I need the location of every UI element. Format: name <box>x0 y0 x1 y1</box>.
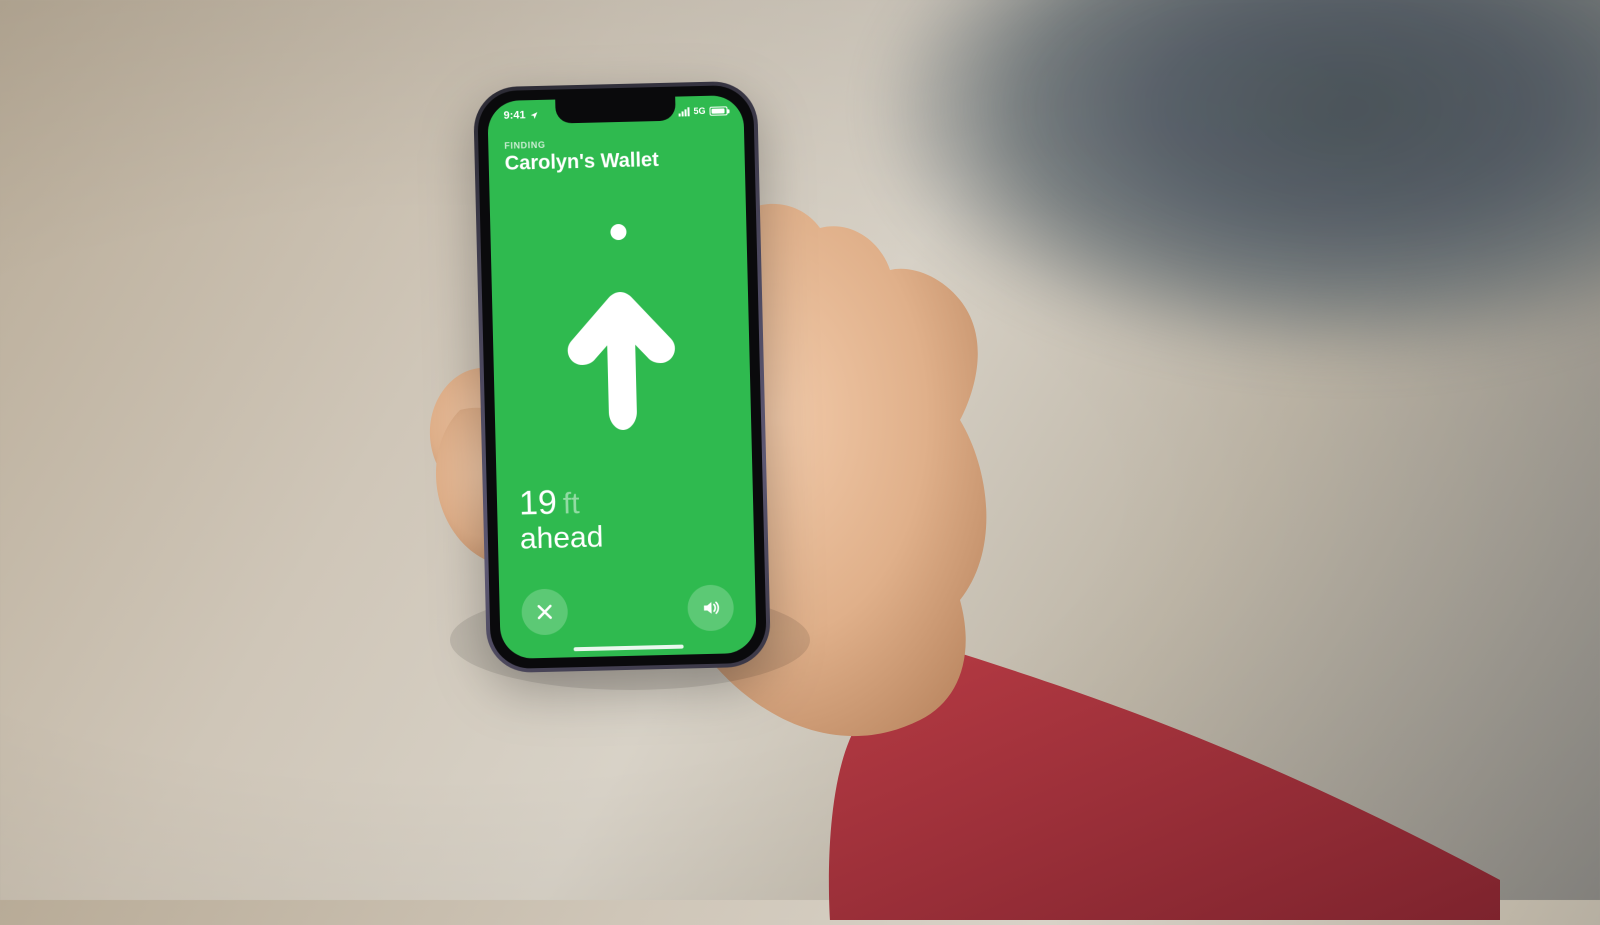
close-button[interactable] <box>521 588 568 635</box>
phone-notch <box>555 97 676 124</box>
item-name-title: Carolyn's Wallet <box>504 147 728 174</box>
battery-icon <box>709 106 727 115</box>
target-dot-icon <box>610 224 626 240</box>
cellular-signal-icon <box>678 107 689 116</box>
distance-readout: 19 ft ahead <box>519 482 604 555</box>
distance-unit: ft <box>562 487 579 521</box>
home-indicator[interactable] <box>574 645 684 652</box>
phone-bezel: 9:41 5G FINDING Carolyn's Wallet <box>477 85 767 670</box>
finding-header: FINDING Carolyn's Wallet <box>504 135 729 174</box>
phone-frame: 9:41 5G FINDING Carolyn's Wallet <box>473 81 771 674</box>
bottom-action-bar <box>499 579 756 641</box>
distance-value: 19 <box>519 483 558 523</box>
phone-screen: 9:41 5G FINDING Carolyn's Wallet <box>487 95 757 659</box>
play-sound-button[interactable] <box>687 584 734 631</box>
status-time: 9:41 <box>503 109 525 122</box>
location-services-icon <box>529 110 538 119</box>
close-icon <box>534 602 554 622</box>
direction-arrow-icon <box>560 283 684 436</box>
distance-direction: ahead <box>520 521 604 555</box>
speaker-icon <box>700 598 720 618</box>
background-vignette <box>0 0 1600 900</box>
phone-device: 9:41 5G FINDING Carolyn's Wallet <box>473 81 771 674</box>
network-type: 5G <box>693 106 705 116</box>
